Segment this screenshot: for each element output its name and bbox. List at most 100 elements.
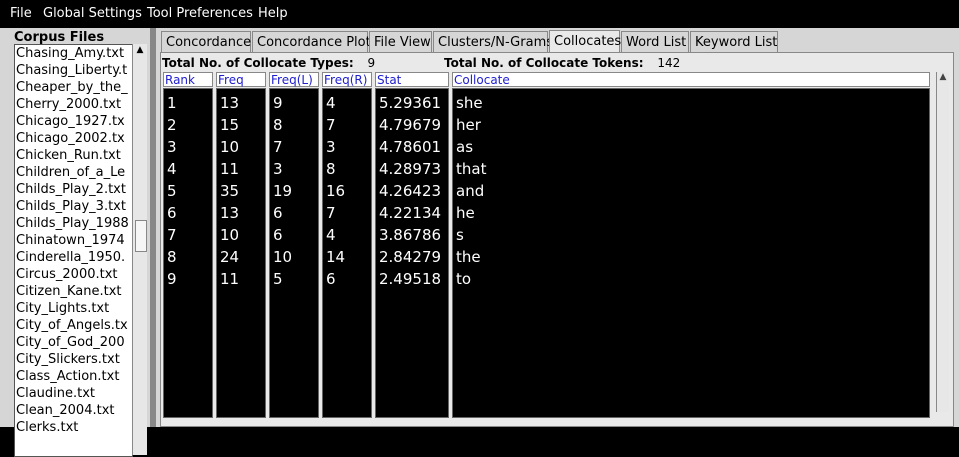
table-cell: that — [456, 160, 487, 178]
table-cell: and — [456, 182, 485, 200]
table-cell: 5 — [273, 270, 283, 288]
column-header-freq-right[interactable]: Freq(R) — [322, 72, 372, 87]
table-cell: 6 — [273, 204, 283, 222]
corpus-file-item[interactable]: Chicago_1927.tx — [16, 113, 125, 130]
table-cell: 4.79679 — [379, 116, 442, 134]
column-header-stat[interactable]: Stat — [375, 72, 449, 87]
column-collocate: Collocate she her as that and he s the t… — [452, 72, 930, 418]
column-body-collocate[interactable]: she her as that and he s the to — [452, 88, 930, 418]
column-body-freq-left[interactable]: 9 8 7 3 19 6 6 10 5 — [269, 88, 319, 418]
corpus-file-item[interactable]: Chinatown_1974 — [16, 232, 125, 249]
table-cell: 9 — [273, 94, 283, 112]
corpus-file-item[interactable]: Circus_2000.txt — [16, 266, 118, 283]
table-cell: to — [456, 270, 472, 288]
table-cell: 35 — [220, 182, 240, 200]
column-header-rank[interactable]: Rank — [163, 72, 213, 87]
corpus-file-item[interactable]: Chicken_Run.txt — [16, 147, 121, 164]
table-cell: 4.78601 — [379, 138, 442, 156]
corpus-file-item[interactable]: Children_of_a_Le — [16, 164, 125, 181]
tab-collocates[interactable]: Collocates — [549, 30, 621, 53]
column-rank: Rank 1 2 3 4 5 6 7 8 9 — [163, 72, 213, 418]
table-cell: 9 — [167, 270, 177, 288]
column-freq-right: Freq(R) 4 7 3 8 16 7 4 14 6 — [322, 72, 372, 418]
tab-concordance-plot[interactable]: Concordance Plot — [252, 31, 371, 52]
corpus-file-item[interactable]: City_of_Angels.tx — [16, 317, 128, 334]
column-header-collocate[interactable]: Collocate — [452, 72, 930, 87]
corpus-file-item[interactable]: Childs_Play_1988 — [16, 215, 129, 232]
corpus-file-item[interactable]: Cherry_2000.txt — [16, 96, 121, 113]
corpus-file-item[interactable]: Clean_2004.txt — [16, 402, 115, 419]
table-cell: 13 — [220, 94, 240, 112]
table-cell: 14 — [326, 248, 346, 266]
table-cell: 5 — [167, 182, 177, 200]
menu-tool-preferences[interactable]: Tool Preferences — [147, 6, 253, 21]
corpus-files-panel: Corpus Files Chasing_Amy.txt Chasing_Lib… — [0, 28, 156, 457]
tab-concordance[interactable]: Concordance — [161, 31, 251, 52]
corpus-file-item[interactable]: Chasing_Liberty.t — [16, 62, 127, 79]
table-cell: 24 — [220, 248, 240, 266]
menu-bar: File Global Settings Tool Preferences He… — [0, 0, 959, 27]
column-body-stat[interactable]: 5.29361 4.79679 4.78601 4.28973 4.26423 … — [375, 88, 449, 418]
tab-word-list[interactable]: Word List — [621, 31, 689, 52]
table-cell: 8 — [167, 248, 177, 266]
table-cell: 4.26423 — [379, 182, 442, 200]
table-cell: 3 — [273, 160, 283, 178]
corpus-file-item[interactable]: City_Lights.txt — [16, 300, 109, 317]
table-cell: 4.22134 — [379, 204, 442, 222]
table-cell: 7 — [326, 204, 336, 222]
table-cell: 16 — [326, 182, 346, 200]
corpus-file-item[interactable]: Clerks.txt — [16, 419, 78, 436]
table-cell: 6 — [273, 226, 283, 244]
table-cell: 11 — [220, 270, 240, 288]
results-scrollbar[interactable]: ▲ — [936, 72, 949, 412]
table-cell: 3 — [326, 138, 336, 156]
corpus-file-item[interactable]: City_of_God_200 — [16, 334, 125, 351]
corpus-file-item[interactable]: City_Slickers.txt — [16, 351, 120, 368]
table-cell: s — [456, 226, 464, 244]
column-body-freq[interactable]: 13 15 10 11 35 13 10 24 11 — [216, 88, 266, 418]
corpus-file-item[interactable]: Cinderella_1950. — [16, 249, 125, 266]
table-cell: 3.86786 — [379, 226, 442, 244]
table-cell: 6 — [167, 204, 177, 222]
menu-help[interactable]: Help — [258, 6, 288, 21]
table-cell: 19 — [273, 182, 293, 200]
menu-file[interactable]: File — [10, 6, 32, 21]
corpus-file-list[interactable]: Chasing_Amy.txt Chasing_Liberty.t Cheape… — [14, 44, 133, 457]
table-cell: 1 — [167, 94, 177, 112]
column-header-freq-left[interactable]: Freq(L) — [269, 72, 319, 87]
table-cell: 10 — [220, 226, 240, 244]
menu-global-settings[interactable]: Global Settings — [43, 6, 142, 21]
corpus-file-item[interactable]: Childs_Play_2.txt — [16, 181, 126, 198]
corpus-file-item[interactable]: Chicago_2002.tx — [16, 130, 125, 147]
table-cell: 4 — [167, 160, 177, 178]
total-tokens-label: Total No. of Collocate Tokens: — [444, 56, 644, 70]
corpus-list-scrollbar[interactable]: ▲ — [132, 44, 147, 455]
table-cell: 7 — [167, 226, 177, 244]
tab-file-view[interactable]: File View — [369, 31, 432, 52]
corpus-file-item[interactable]: Childs_Play_3.txt — [16, 198, 126, 215]
main-panel: Concordance Concordance Plot File View C… — [156, 28, 959, 427]
corpus-file-item[interactable]: Cheaper_by_the_ — [16, 79, 128, 96]
corpus-file-item[interactable]: Claudine.txt — [16, 385, 95, 402]
table-cell: 15 — [220, 116, 240, 134]
total-collocate-types: Total No. of Collocate Types: 9 — [162, 56, 375, 70]
table-cell: he — [456, 204, 475, 222]
column-body-freq-right[interactable]: 4 7 3 8 16 7 4 14 6 — [322, 88, 372, 418]
table-cell: 5.29361 — [379, 94, 442, 112]
column-freq-left: Freq(L) 9 8 7 3 19 6 6 10 5 — [269, 72, 319, 418]
scrollbar-thumb[interactable] — [135, 220, 147, 252]
column-body-rank[interactable]: 1 2 3 4 5 6 7 8 9 — [163, 88, 213, 418]
corpus-file-item[interactable]: Citizen_Kane.txt — [16, 283, 121, 300]
scroll-up-arrow-icon[interactable]: ▲ — [135, 46, 145, 55]
tab-clusters-ngrams[interactable]: Clusters/N-Grams — [433, 31, 553, 52]
tab-keyword-list[interactable]: Keyword List — [690, 31, 778, 52]
total-collocate-tokens: Total No. of Collocate Tokens: 142 — [444, 56, 680, 70]
column-header-freq[interactable]: Freq — [216, 72, 266, 87]
table-cell: 3 — [167, 138, 177, 156]
table-cell: 4.28973 — [379, 160, 442, 178]
table-cell: 11 — [220, 160, 240, 178]
total-types-value: 9 — [367, 56, 376, 70]
corpus-file-item[interactable]: Class_Action.txt — [16, 368, 119, 385]
scroll-up-arrow-icon[interactable]: ▲ — [938, 73, 948, 82]
corpus-file-item[interactable]: Chasing_Amy.txt — [16, 45, 124, 62]
